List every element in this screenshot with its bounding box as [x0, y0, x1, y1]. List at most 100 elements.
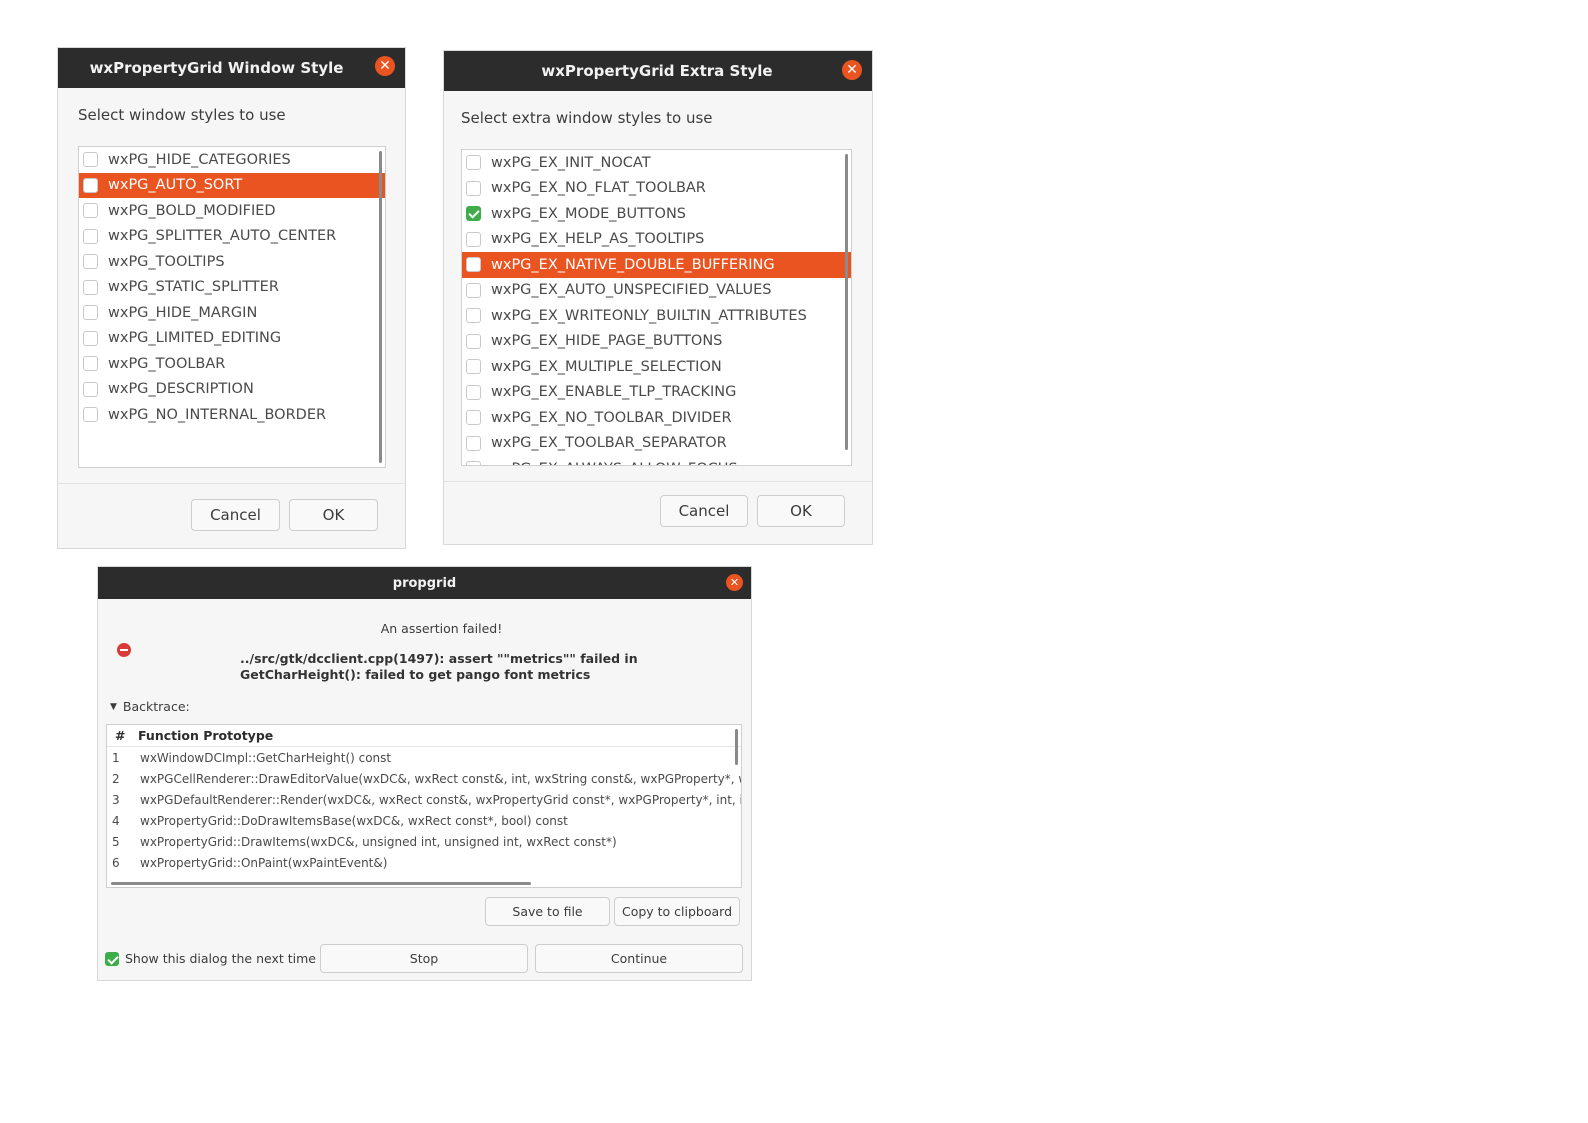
checkbox-icon[interactable] [466, 282, 481, 298]
divider [58, 483, 405, 484]
show-next-time-checkbox[interactable]: Show this dialog the next time [105, 951, 316, 966]
backtrace-table[interactable]: # Function Prototype 1 wxWindowDCImpl::Ge… [106, 724, 742, 888]
list-item[interactable]: wxPG_NO_INTERNAL_BORDER [79, 402, 385, 428]
checkbox-icon[interactable] [83, 177, 98, 193]
ok-button[interactable]: OK [757, 495, 845, 527]
stop-button[interactable]: Stop [320, 944, 528, 973]
window-style-titlebar[interactable]: wxPropertyGrid Window Style ✕ [58, 48, 405, 88]
list-item[interactable]: wxPG_EX_NO_TOOLBAR_DIVIDER [462, 405, 851, 431]
list-item[interactable]: wxPG_EX_ENABLE_TLP_TRACKING [462, 380, 851, 406]
table-row[interactable]: 6 wxPropertyGrid::OnPaint(wxPaintEvent&) [107, 852, 741, 873]
show-next-time-label: Show this dialog the next time [125, 951, 316, 966]
list-item[interactable]: wxPG_BOLD_MODIFIED [79, 198, 385, 224]
checkbox-icon[interactable] [466, 384, 481, 400]
list-item[interactable]: wxPG_EX_INIT_NOCAT [462, 150, 851, 176]
list-item[interactable]: wxPG_EX_TOOLBAR_SEPARATOR [462, 431, 851, 457]
column-header-prototype[interactable]: Function Prototype [138, 728, 273, 743]
list-item[interactable]: wxPG_EX_HELP_AS_TOOLTIPS [462, 227, 851, 253]
list-item-label: wxPG_EX_MODE_BUTTONS [491, 205, 686, 222]
checkbox-icon[interactable] [83, 305, 98, 321]
list-item-label: wxPG_EX_HIDE_PAGE_BUTTONS [491, 333, 723, 350]
table-row[interactable]: 5 wxPropertyGrid::DrawItems(wxDC&, unsign… [107, 831, 741, 852]
checkbox-icon[interactable] [83, 330, 98, 346]
table-row[interactable]: 2 wxPGCellRenderer::DrawEditorValue(wxDC&… [107, 768, 741, 789]
cancel-button[interactable]: Cancel [660, 495, 748, 527]
close-icon[interactable]: ✕ [842, 60, 862, 80]
list-item[interactable]: wxPG_EX_MODE_BUTTONS [462, 201, 851, 227]
checkbox-checked-icon[interactable] [466, 206, 481, 222]
list-item[interactable]: wxPG_HIDE_CATEGORIES [79, 147, 385, 173]
dialog-prompt: Select extra window styles to use [461, 109, 713, 127]
list-item[interactable]: wxPG_TOOLTIPS [79, 249, 385, 275]
checkbox-icon[interactable] [466, 257, 481, 273]
checkbox-icon[interactable] [466, 435, 481, 451]
window-style-dialog: wxPropertyGrid Window Style ✕ Select win… [58, 48, 405, 548]
checkbox-icon[interactable] [466, 461, 481, 465]
list-item[interactable]: wxPG_AUTO_SORT [79, 172, 385, 198]
checkbox-checked-icon[interactable] [105, 951, 119, 966]
list-item[interactable]: wxPG_EX_AUTO_UNSPECIFIED_VALUES [462, 278, 851, 304]
checkbox-icon[interactable] [83, 381, 98, 397]
assert-message: ../src/gtk/dcclient.cpp(1497): assert ""… [240, 651, 638, 683]
list-item[interactable]: wxPG_TOOLBAR [79, 351, 385, 377]
close-icon[interactable]: ✕ [375, 56, 395, 76]
backtrace-expander[interactable]: ▼ Backtrace: [110, 699, 190, 714]
close-icon[interactable]: ✕ [726, 574, 743, 591]
assert-titlebar[interactable]: propgrid ✕ [98, 567, 751, 599]
scrollbar[interactable] [845, 154, 848, 450]
scrollbar[interactable] [379, 151, 382, 463]
dialog-title: wxPropertyGrid Extra Style [541, 62, 773, 80]
table-row[interactable]: 1 wxWindowDCImpl::GetCharHeight() const [107, 747, 741, 768]
column-header-num[interactable]: # [107, 728, 138, 743]
error-icon [117, 643, 131, 657]
scrollbar-horizontal[interactable] [111, 882, 531, 885]
list-item[interactable]: wxPG_EX_HIDE_PAGE_BUTTONS [462, 329, 851, 355]
row-number: 3 [112, 792, 120, 807]
checkbox-icon[interactable] [466, 180, 481, 196]
checkbox-icon[interactable] [466, 155, 481, 171]
list-item[interactable]: wxPG_LIMITED_EDITING [79, 326, 385, 352]
table-row[interactable]: 3 wxPGDefaultRenderer::Render(wxDC&, wxRe… [107, 789, 741, 810]
list-item-label: wxPG_EX_MULTIPLE_SELECTION [491, 358, 722, 375]
list-item-label: wxPG_HIDE_MARGIN [108, 304, 258, 321]
extra-style-titlebar[interactable]: wxPropertyGrid Extra Style ✕ [444, 51, 872, 91]
checkbox-icon[interactable] [466, 333, 481, 349]
checkbox-icon[interactable] [83, 228, 98, 244]
list-item[interactable]: wxPG_STATIC_SPLITTER [79, 275, 385, 301]
checkbox-icon[interactable] [466, 410, 481, 426]
list-item[interactable]: wxPG_EX_WRITEONLY_BUILTIN_ATTRIBUTES [462, 303, 851, 329]
list-item[interactable]: wxPG_SPLITTER_AUTO_CENTER [79, 224, 385, 250]
checkbox-icon[interactable] [466, 231, 481, 247]
checkbox-icon[interactable] [83, 279, 98, 295]
list-item-label: wxPG_EX_ALWAYS_ALLOW_FOCUS [491, 461, 738, 465]
list-item[interactable]: wxPG_DESCRIPTION [79, 377, 385, 403]
copy-to-clipboard-button[interactable]: Copy to clipboard [614, 897, 740, 926]
checkbox-icon[interactable] [466, 359, 481, 375]
list-item[interactable]: wxPG_EX_NATIVE_DOUBLE_BUFFERING [462, 252, 851, 278]
row-number: 6 [112, 855, 120, 870]
extra-style-list[interactable]: wxPG_EX_INIT_NOCAT wxPG_EX_NO_FLAT_TOOLBA… [461, 149, 852, 466]
checkbox-icon[interactable] [83, 356, 98, 372]
row-number: 4 [112, 813, 120, 828]
checkbox-icon[interactable] [83, 407, 98, 423]
checkbox-icon[interactable] [83, 203, 98, 219]
window-style-list[interactable]: wxPG_HIDE_CATEGORIES wxPG_AUTO_SORT wxPG_B… [78, 146, 386, 468]
list-item-label: wxPG_TOOLTIPS [108, 253, 225, 270]
scrollbar-vertical[interactable] [735, 729, 738, 765]
checkbox-icon[interactable] [83, 152, 98, 168]
ok-button[interactable]: OK [289, 499, 378, 531]
dialog-prompt: Select window styles to use [78, 106, 286, 124]
list-item[interactable]: wxPG_EX_NO_FLAT_TOOLBAR [462, 176, 851, 202]
checkbox-icon[interactable] [83, 254, 98, 270]
continue-button[interactable]: Continue [535, 944, 743, 973]
table-row[interactable]: 4 wxPropertyGrid::DoDrawItemsBase(wxDC&, … [107, 810, 741, 831]
checkbox-icon[interactable] [466, 308, 481, 324]
backtrace-label: Backtrace: [122, 699, 190, 714]
list-item[interactable]: wxPG_HIDE_MARGIN [79, 300, 385, 326]
save-to-file-button[interactable]: Save to file [485, 897, 610, 926]
cancel-button[interactable]: Cancel [191, 499, 280, 531]
list-item-label: wxPG_DESCRIPTION [108, 381, 254, 398]
list-item[interactable]: wxPG_EX_ALWAYS_ALLOW_FOCUS [462, 456, 851, 465]
list-item[interactable]: wxPG_EX_MULTIPLE_SELECTION [462, 354, 851, 380]
triangle-down-icon: ▼ [110, 701, 117, 712]
